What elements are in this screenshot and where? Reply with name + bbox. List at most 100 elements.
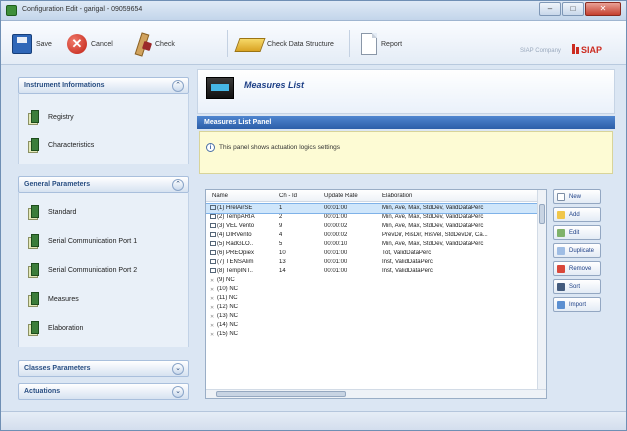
- characteristics-icon: [28, 137, 40, 153]
- title-bar: Configuration Edit - garigal - 09059654 …: [1, 1, 626, 21]
- group-actuations[interactable]: Actuations ⌄: [18, 383, 189, 400]
- toolbar-separator: [349, 30, 350, 57]
- cell-name: (6) PREOpiex: [210, 250, 276, 256]
- cancel-x-icon: ✕: [67, 34, 87, 54]
- cell-name-text: (3) VEL Vento: [217, 223, 255, 229]
- sort-label: Sort: [569, 283, 581, 290]
- table-row[interactable]: ✕ (15) NC: [206, 330, 539, 339]
- table-row[interactable]: (4) DIRVento 4 00:00:02 PrevDir, RisDir, Ri…: [206, 231, 539, 240]
- horizontal-scrollbar[interactable]: [206, 389, 546, 398]
- duplicate-button[interactable]: Duplicate: [553, 243, 601, 258]
- new-button[interactable]: New: [553, 189, 601, 204]
- close-button[interactable]: ✕: [585, 2, 621, 16]
- table-row[interactable]: ✕ (11) NC: [206, 294, 539, 303]
- remove-button[interactable]: Remove: [553, 261, 601, 276]
- window-title: Configuration Edit - garigal - 09059654: [22, 6, 143, 13]
- not-connected-icon: ✕: [210, 287, 215, 292]
- save-button[interactable]: Save: [12, 30, 52, 58]
- save-label: Save: [36, 40, 52, 48]
- group-general-parameters-body: Standard Serial Communication Port 1 Ser…: [18, 193, 189, 347]
- sidebar-item-measures[interactable]: Measures: [28, 288, 79, 310]
- vertical-scrollbar[interactable]: [537, 190, 546, 390]
- cell-ch-id-text: 9: [279, 223, 283, 229]
- cell-name-text: (7) TENSAlim: [217, 259, 254, 265]
- remove-label: Remove: [569, 265, 592, 272]
- info-icon: i: [206, 143, 215, 152]
- cell-name: ✕ (10) NC: [210, 286, 276, 292]
- cell-elaboration-text: Min, Ave, Max, StdDev, ValidDataPerc: [382, 223, 484, 229]
- sort-button[interactable]: Sort: [553, 279, 601, 294]
- cell-name: ✕ (13) NC: [210, 313, 276, 319]
- duplicate-icon: [557, 246, 565, 255]
- sidebar-item-label: Measures: [48, 295, 79, 303]
- report-button[interactable]: Report: [361, 30, 402, 58]
- check-button[interactable]: Check: [135, 30, 175, 58]
- group-label: Instrument Informations: [24, 82, 105, 89]
- sidebar-item-registry[interactable]: Registry: [28, 106, 74, 128]
- check-data-structure-button[interactable]: Check Data Structure: [237, 30, 334, 58]
- edit-icon: [557, 228, 565, 237]
- table-row[interactable]: (5) RadGLO.. 5 00:00:10 Min, Ave, Max, StdD…: [206, 240, 539, 249]
- cell-update-rate: 00:01:00: [324, 214, 347, 220]
- scrollbar-thumb[interactable]: [216, 391, 346, 397]
- datalogger-device-icon: [206, 77, 234, 99]
- cell-name: (7) TENSAlim: [210, 259, 276, 265]
- column-header-elaboration[interactable]: Elaboration: [382, 193, 412, 199]
- collapse-chevron-icon[interactable]: ⌃: [172, 179, 184, 191]
- minimize-button[interactable]: –: [539, 2, 561, 16]
- cell-update-rate-text: 00:01:00: [324, 214, 348, 220]
- column-header-name[interactable]: Name: [212, 193, 228, 199]
- sidebar-item-serial-port-2[interactable]: Serial Communication Port 2: [28, 259, 137, 281]
- cancel-button[interactable]: ✕ Cancel: [67, 30, 113, 58]
- duplicate-label: Duplicate: [569, 247, 595, 254]
- edit-button[interactable]: Edit: [553, 225, 601, 240]
- app-window: Configuration Edit - garigal - 09059654 …: [0, 0, 627, 431]
- scrollbar-thumb[interactable]: [539, 204, 545, 224]
- panel-title: Measures List Panel: [197, 116, 615, 129]
- maximize-button[interactable]: □: [562, 2, 584, 16]
- collapse-chevron-icon[interactable]: ⌃: [172, 80, 184, 92]
- group-label: General Parameters: [24, 181, 91, 188]
- table-row[interactable]: ✕ (14) NC: [206, 321, 539, 330]
- sidebar-item-elaboration[interactable]: Elaboration: [28, 317, 83, 339]
- add-button[interactable]: Add: [553, 207, 601, 222]
- table-row[interactable]: (8) TempINT.. 14 00:01:00 Inst, ValidDataPe…: [206, 267, 539, 276]
- serial-port-icon: [28, 262, 40, 278]
- table-row[interactable]: ✕ (10) NC: [206, 285, 539, 294]
- sidebar-item-label: Registry: [48, 113, 74, 121]
- table-row[interactable]: (6) PREOpiex 10 00:01:00 Tot, ValidDataPerc: [206, 249, 539, 258]
- table-row[interactable]: (3) VEL Vento 9 00:00:02 Min, Ave, Max, Std…: [206, 222, 539, 231]
- sort-icon: [557, 282, 565, 291]
- sidebar-item-label: Serial Communication Port 2: [48, 266, 138, 274]
- not-connected-icon: ✕: [210, 296, 215, 301]
- column-header-ch-id[interactable]: Ch - Id: [279, 193, 297, 199]
- column-header-update-rate[interactable]: Update Rate: [324, 193, 358, 199]
- table-row[interactable]: ✕ (9) NC: [206, 276, 539, 285]
- expand-chevron-icon[interactable]: ⌄: [172, 386, 184, 398]
- cancel-label: Cancel: [91, 40, 113, 48]
- table-row[interactable]: ✕ (13) NC: [206, 312, 539, 321]
- expand-chevron-icon[interactable]: ⌄: [172, 363, 184, 375]
- group-classes-parameters[interactable]: Classes Parameters ⌄: [18, 360, 189, 377]
- import-button[interactable]: Import: [553, 297, 601, 312]
- cell-elaboration-text: Inst, ValidDataPerc: [382, 268, 433, 274]
- sidebar-item-serial-port-1[interactable]: Serial Communication Port 1: [28, 230, 137, 252]
- cell-elaboration: Min, Ave, Max, StdDev, ValidDataPerc: [382, 241, 532, 247]
- not-connected-icon: ✕: [210, 323, 215, 328]
- sidebar-item-label: Elaboration: [48, 324, 84, 332]
- brand-caption: SIAP Company: [520, 48, 561, 54]
- group-instrument-informations[interactable]: Instrument Informations ⌃: [18, 77, 189, 94]
- sidebar-item-characteristics[interactable]: Characteristics: [28, 134, 94, 156]
- table-row[interactable]: ✕ (12) NC: [206, 303, 539, 312]
- group-general-parameters[interactable]: General Parameters ⌃: [18, 176, 189, 193]
- measures-table: Name Ch - Id Update Rate Elaboration (1)…: [205, 189, 547, 399]
- table-row[interactable]: (1) HrelAirSE 1 00:01:00 Min, Ave, Max, Std…: [206, 203, 540, 214]
- table-row[interactable]: (7) TENSAlim 13 00:01:00 Inst, ValidDataPer…: [206, 258, 539, 267]
- cell-name: (3) VEL Vento: [210, 223, 276, 229]
- cell-elaboration-text: Min, Ave, Max, StdDev, ValidDataPerc: [382, 205, 484, 211]
- table-row[interactable]: (2) TempARIA 2 00:01:00 Min, Ave, Max, StdD…: [206, 213, 539, 222]
- cell-name-text: (5) RadGLO..: [217, 241, 254, 247]
- sidebar-item-standard[interactable]: Standard: [28, 201, 76, 223]
- cell-ch-id: 5: [279, 241, 282, 247]
- sidebar-item-label: Standard: [48, 208, 77, 216]
